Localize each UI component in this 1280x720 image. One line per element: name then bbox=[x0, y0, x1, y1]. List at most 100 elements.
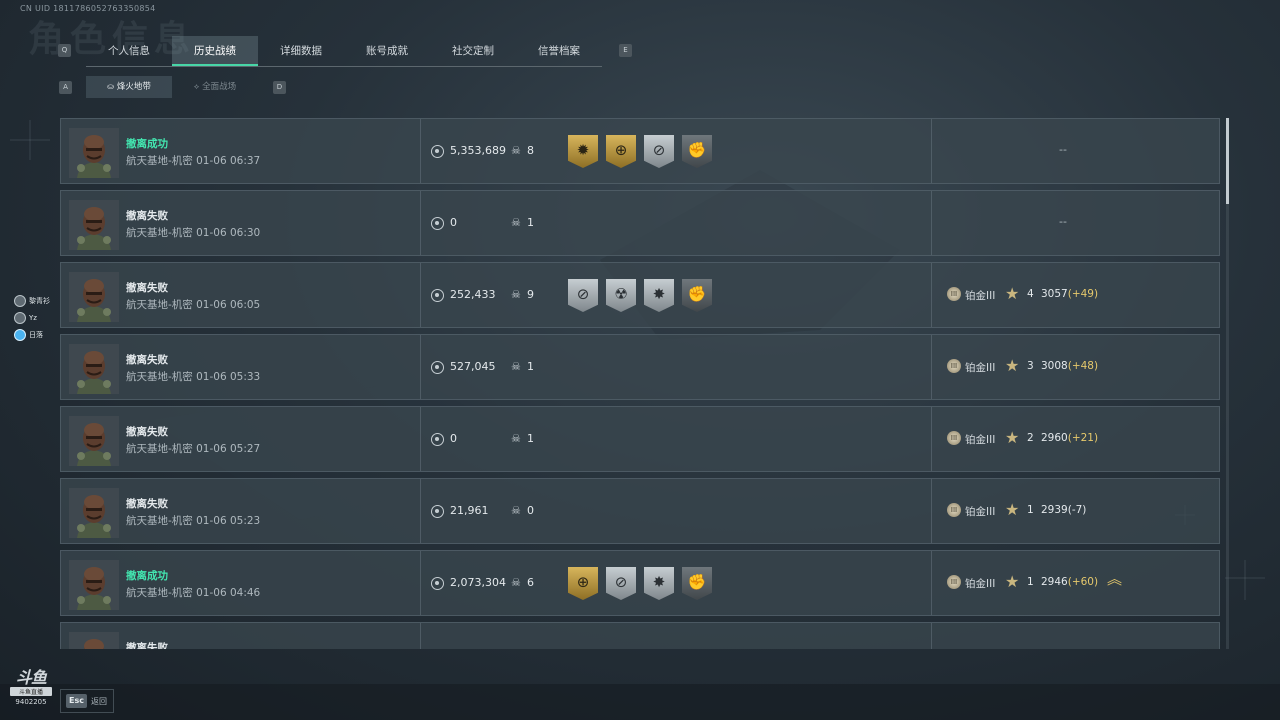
watermark-logo: 斗鱼 bbox=[15, 668, 47, 687]
subtab-2[interactable]: ⟡ 全面战场 bbox=[172, 76, 258, 98]
column-divider bbox=[420, 119, 421, 183]
skull-icon: ☠ bbox=[511, 576, 521, 589]
tab-2[interactable]: 历史战绩 bbox=[172, 36, 258, 66]
friend-entry[interactable]: Yz bbox=[14, 309, 50, 326]
friend-name: Yz bbox=[29, 313, 37, 322]
rank-stars: 1 bbox=[1027, 576, 1034, 588]
score-delta: (+49) bbox=[1067, 288, 1099, 300]
friends-list: 黎青衫 Yz 日落 bbox=[14, 292, 50, 343]
score-delta: (-7) bbox=[1067, 504, 1087, 516]
loot-value: 21,961 bbox=[450, 504, 489, 517]
tab-next-key[interactable]: E bbox=[619, 44, 632, 57]
medal-icon[interactable]: ⊘ bbox=[568, 279, 598, 312]
score-value: 2946 bbox=[1041, 576, 1068, 588]
rank-tier: 铂金III bbox=[965, 362, 996, 374]
medal-icon[interactable]: ✊ bbox=[682, 567, 712, 600]
esc-key[interactable]: Esc bbox=[66, 694, 87, 708]
operator-avatar bbox=[69, 488, 119, 538]
operator-avatar bbox=[69, 560, 119, 610]
skull-icon: ☠ bbox=[511, 144, 521, 157]
coin-icon bbox=[431, 145, 444, 158]
rank-score: 2946(+60) bbox=[1041, 576, 1098, 588]
kill-count: 8 bbox=[527, 144, 534, 157]
operator-avatar bbox=[69, 344, 119, 394]
tab-5[interactable]: 社交定制 bbox=[430, 36, 516, 66]
match-row[interactable]: 撤离失败 航天基地-机密 01-06 05:27 0 ☠ 1 III 铂金III ★ 2 2960… bbox=[60, 406, 1220, 472]
score-delta: (+21) bbox=[1067, 432, 1099, 444]
mode-icon: ⟡ bbox=[193, 82, 200, 91]
medal-icon[interactable]: ✊ bbox=[682, 279, 712, 312]
match-history-list[interactable]: 撤离成功 航天基地-机密 01-06 06:37 5,353,689 ☠ 8 ✹ ⊕ ⊘ ✊ --… bbox=[60, 118, 1222, 649]
rank-platinum-icon: III bbox=[947, 575, 961, 589]
friend-entry[interactable]: 黎青衫 bbox=[14, 292, 50, 309]
subtab-prev-key[interactable]: A bbox=[59, 81, 72, 94]
kill-count: 1 bbox=[527, 360, 534, 373]
subtab-next-key[interactable]: D bbox=[273, 81, 286, 94]
scrollbar-thumb[interactable] bbox=[1226, 118, 1229, 204]
extract-status: 撤离失败 bbox=[126, 210, 168, 222]
score-value: 2939 bbox=[1041, 504, 1068, 516]
operator-avatar bbox=[69, 632, 119, 649]
loot-value: 527,045 bbox=[450, 360, 496, 373]
kill-count: 1 bbox=[527, 432, 534, 445]
loot-value: 0 bbox=[450, 432, 457, 445]
medal-icon[interactable]: ☢ bbox=[606, 279, 636, 312]
match-row[interactable]: 撤离失败 航天基地-机密 01-06 05:23 21,961 ☠ 0 III 铂金III ★… bbox=[60, 478, 1220, 544]
skull-icon: ☠ bbox=[511, 288, 521, 301]
coin-icon bbox=[431, 217, 444, 230]
tab-1[interactable]: 个人信息 bbox=[86, 36, 172, 66]
rank-stars: 2 bbox=[1027, 432, 1034, 444]
match-row[interactable]: 撤离失败 bbox=[60, 622, 1220, 649]
tab-4[interactable]: 账号成就 bbox=[344, 36, 430, 66]
column-divider bbox=[931, 119, 932, 183]
subtab-label: 烽火地带 bbox=[116, 82, 151, 92]
extract-status: 撤离成功 bbox=[126, 570, 168, 582]
column-divider bbox=[931, 191, 932, 255]
medal-icon[interactable]: ✹ bbox=[568, 135, 598, 168]
medal-icon[interactable]: ⊘ bbox=[606, 567, 636, 600]
map-and-time: 航天基地-机密 01-06 06:37 bbox=[126, 155, 261, 167]
column-divider bbox=[931, 407, 932, 471]
coin-icon bbox=[431, 433, 444, 446]
column-divider bbox=[420, 407, 421, 471]
tab-3[interactable]: 详细数据 bbox=[258, 36, 344, 66]
match-row[interactable]: 撤离成功 航天基地-机密 01-06 06:37 5,353,689 ☠ 8 ✹ ⊕ ⊘ ✊ -- bbox=[60, 118, 1220, 184]
subtab-1[interactable]: ⛀ 烽火地带 bbox=[86, 76, 172, 98]
medal-icon[interactable]: ⊘ bbox=[644, 135, 674, 168]
rank-stars: 4 bbox=[1027, 288, 1034, 300]
star-icon: ★ bbox=[1005, 500, 1020, 519]
map-and-time: 航天基地-机密 01-06 05:23 bbox=[126, 515, 261, 527]
medal-icon[interactable]: ⊕ bbox=[568, 567, 598, 600]
match-row[interactable]: 撤离失败 航天基地-机密 01-06 06:05 252,433 ☠ 9 ⊘ ☢ ✸ ✊ III 铂… bbox=[60, 262, 1220, 328]
tab-prev-key[interactable]: Q bbox=[58, 44, 71, 57]
back-label[interactable]: 返回 bbox=[91, 696, 107, 707]
rank-platinum-icon: III bbox=[947, 503, 961, 517]
kill-count: 0 bbox=[527, 504, 534, 517]
rank-tier: 铂金III bbox=[965, 290, 996, 302]
rank-stars: 1 bbox=[1027, 504, 1034, 516]
column-divider bbox=[931, 479, 932, 543]
extract-status: 撤离失败 bbox=[126, 498, 168, 510]
loot-value: 5,353,689 bbox=[450, 144, 506, 157]
medal-icon[interactable]: ✊ bbox=[682, 135, 712, 168]
column-divider bbox=[931, 335, 932, 399]
score-value: 3057 bbox=[1041, 288, 1068, 300]
main-tabs: 个人信息 历史战绩 详细数据 账号成就 社交定制 信誉档案 bbox=[86, 36, 602, 67]
match-row[interactable]: 撤离成功 航天基地-机密 01-06 04:46 2,073,304 ☠ 6 ⊕ ⊘ ✸ ✊ II… bbox=[60, 550, 1220, 616]
rank-platinum-icon: III bbox=[947, 359, 961, 373]
rank-score: 2939(-7) bbox=[1041, 504, 1086, 516]
match-row[interactable]: 撤离失败 航天基地-机密 01-06 06:30 0 ☠ 1 -- bbox=[60, 190, 1220, 256]
medal-icon[interactable]: ✸ bbox=[644, 279, 674, 312]
loot-value: 252,433 bbox=[450, 288, 496, 301]
rank-platinum-icon: III bbox=[947, 431, 961, 445]
watermark-room: 9402205 bbox=[15, 698, 47, 706]
operator-avatar bbox=[69, 200, 119, 250]
friend-entry[interactable]: 日落 bbox=[14, 326, 50, 343]
tab-6[interactable]: 信誉档案 bbox=[516, 36, 602, 66]
kill-count: 1 bbox=[527, 216, 534, 229]
loot-value: 0 bbox=[450, 216, 457, 229]
coin-icon bbox=[431, 361, 444, 374]
medal-icon[interactable]: ⊕ bbox=[606, 135, 636, 168]
match-row[interactable]: 撤离失败 航天基地-机密 01-06 05:33 527,045 ☠ 1 III 铂金III… bbox=[60, 334, 1220, 400]
medal-icon[interactable]: ✸ bbox=[644, 567, 674, 600]
